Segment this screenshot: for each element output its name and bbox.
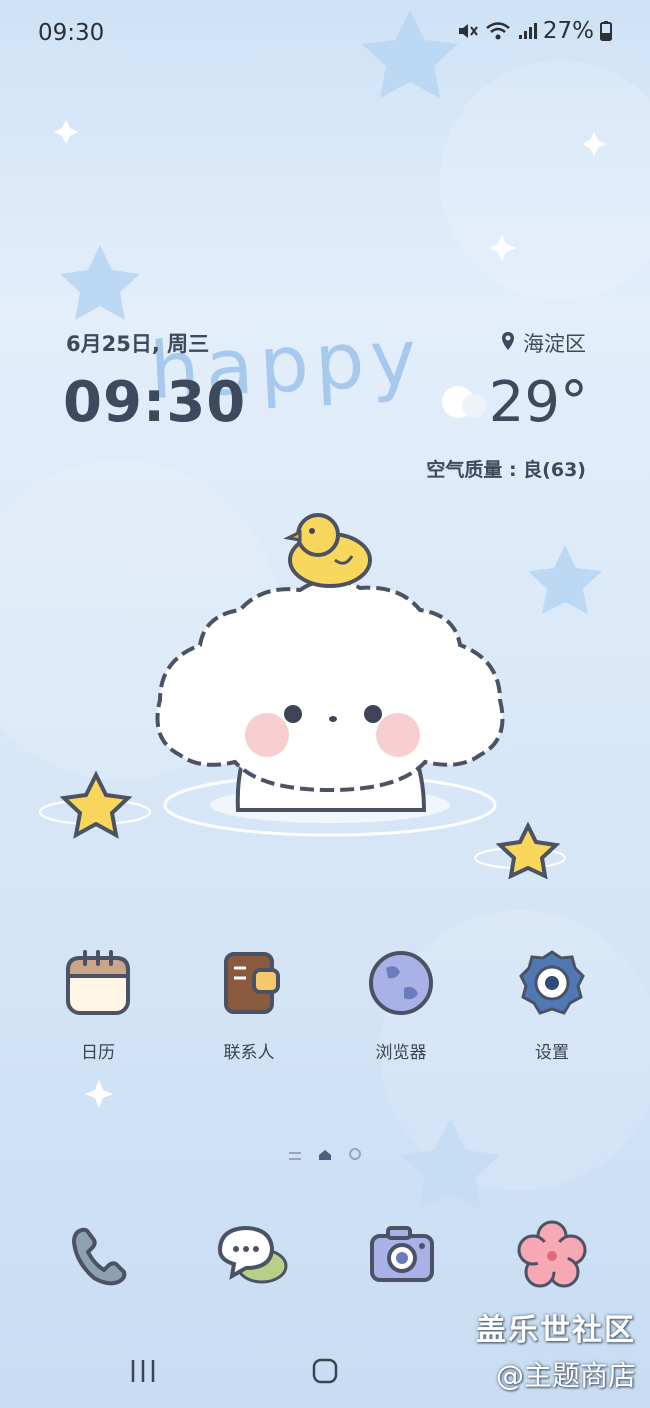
location-label: 海淀区 [523,332,586,356]
browser-icon [366,948,436,1018]
mute-icon [457,21,479,41]
dock-messages[interactable] [212,1220,288,1292]
watermark-theme-store: @主题商店 [495,1359,636,1392]
app-calendar[interactable]: 日历 [38,948,158,1063]
location-pin-icon [501,331,515,356]
page-indicator-dot[interactable] [348,1146,362,1165]
wifi-icon [485,21,511,41]
battery-icon [600,21,612,41]
watermark-community: 盖乐世社区 [476,1313,636,1348]
cloud-weather-icon [440,382,490,426]
recent-apps-button[interactable] [128,1358,158,1388]
app-label: 日历 [81,1043,115,1063]
app-browser[interactable]: 浏览器 [341,948,461,1063]
widget-location[interactable]: 海淀区 [501,328,586,358]
widget-air-quality[interactable]: 空气质量 : 良(63) [426,455,586,482]
flower-icon [517,1220,587,1288]
battery-percent: 27% [542,18,594,44]
camera-icon [370,1226,434,1282]
phone-icon [71,1227,127,1286]
app-label: 浏览器 [375,1043,427,1063]
widget-date[interactable]: 6月25日, 周三 [66,328,209,358]
signal-icon [517,21,537,41]
dock-camera[interactable] [366,1220,438,1292]
page-indicator-list-icon[interactable] [288,1146,302,1165]
status-time: 09:30 [38,20,105,46]
widget-temperature[interactable]: 29° [489,370,588,435]
app-contacts[interactable]: 联系人 [189,948,309,1063]
app-label: 联系人 [223,1043,275,1063]
widget-clock[interactable]: 09:30 [63,370,246,435]
page-indicator[interactable] [288,1146,362,1165]
app-label: 设置 [535,1043,569,1063]
wallpaper-decoration [0,10,650,1210]
dock-phone[interactable] [64,1220,136,1292]
page-indicator-home-icon[interactable] [318,1146,332,1165]
app-settings[interactable]: 设置 [492,948,612,1063]
calendar-icon [63,948,133,1018]
settings-icon [517,948,587,1018]
contacts-icon [214,948,284,1018]
home-button[interactable] [312,1358,338,1388]
status-icons: 27% [457,18,612,44]
messages-icon [217,1225,288,1284]
dock-flower[interactable] [516,1220,588,1292]
